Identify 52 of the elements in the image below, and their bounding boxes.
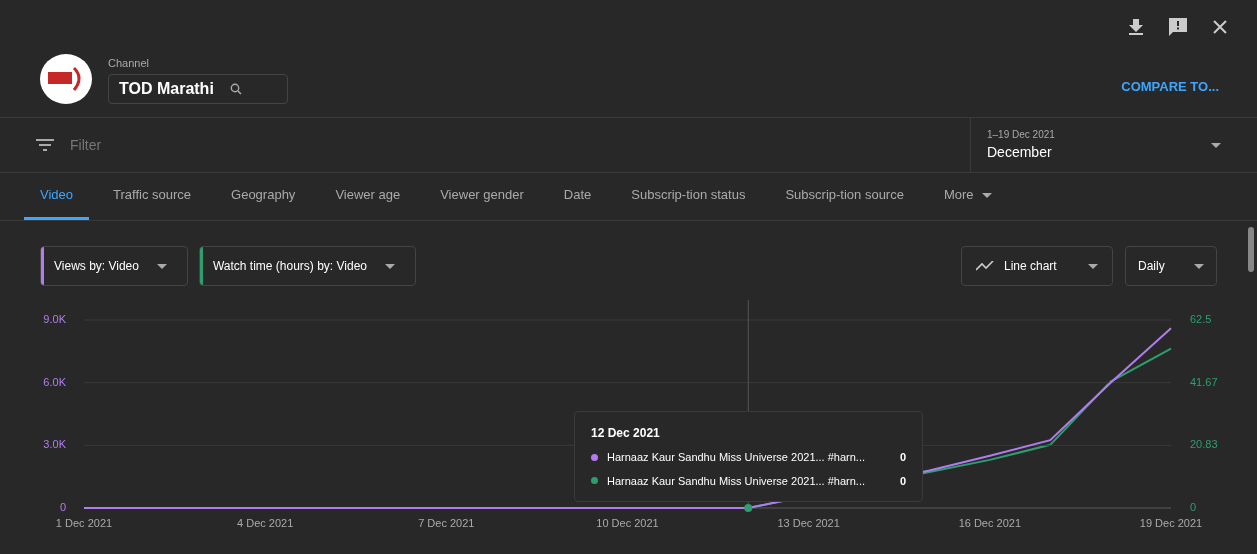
x-axis-label: 7 Dec 2021 — [418, 517, 475, 529]
x-axis-label: 4 Dec 2021 — [237, 517, 294, 529]
metric-dropdown[interactable]: Views by: Video — [40, 246, 188, 286]
tooltip-label: Harnaaz Kaur Sandhu Miss Universe 2021... #harn... — [607, 450, 866, 465]
tooltip-label: Harnaaz Kaur Sandhu Miss Universe 2021... #harn... — [607, 473, 866, 489]
chart-type-dropdown[interactable]: Line chart — [961, 246, 1113, 286]
search-icon — [229, 83, 242, 95]
tooltip-date: 12 Dec 2021 — [591, 425, 661, 442]
tooltip-value: 0 — [899, 450, 906, 465]
y-axis-label: 9.0K — [43, 312, 66, 325]
y-axis-label: 41.67 — [1190, 375, 1218, 388]
y-axis-label: 20.83 — [1190, 438, 1218, 451]
caret-icon — [981, 192, 992, 198]
caret-icon — [385, 263, 395, 269]
tab[interactable]: Subscrip-tion status — [615, 173, 762, 220]
y-axis-label: 62.5 — [1190, 312, 1212, 325]
x-axis-label: 16 Dec 2021 — [958, 517, 1022, 529]
x-axis-label: 10 Dec 2021 — [596, 517, 659, 529]
tooltip-value: 0 — [899, 473, 906, 489]
close-icon[interactable] — [1213, 20, 1227, 34]
line-chart-icon — [976, 261, 994, 271]
tab[interactable]: Video — [24, 173, 89, 220]
scrollbar-thumb[interactable] — [1248, 227, 1254, 272]
tab[interactable]: More — [927, 173, 1008, 220]
filter-field[interactable]: Filter — [70, 134, 102, 156]
compare-link[interactable]: COMPARE TO... — [1121, 77, 1219, 97]
interval-dropdown[interactable]: Daily — [1125, 246, 1217, 286]
x-axis-label: 19 Dec 2021 — [1139, 517, 1203, 529]
tab[interactable]: Traffic source — [97, 173, 208, 220]
tab[interactable]: Geography — [215, 173, 312, 220]
channel-avatar — [40, 54, 92, 104]
y-axis-label: 3.0K — [43, 438, 66, 451]
x-axis-label: 13 Dec 2021 — [777, 517, 840, 529]
x-axis-label: 1 Dec 2021 — [55, 517, 113, 529]
metric-dropdown[interactable]: Watch time (hours) by: Video — [198, 246, 416, 286]
feedback-icon[interactable] — [1169, 18, 1187, 36]
tab[interactable]: Date — [547, 173, 608, 220]
caret-icon — [1211, 142, 1221, 148]
y-axis-label: 6.0K — [43, 375, 66, 388]
caret-icon — [1088, 263, 1098, 269]
caret-icon — [156, 263, 167, 269]
channel-label: Channel — [108, 55, 150, 71]
y-axis-label: 0 — [59, 500, 66, 513]
channel-search-field[interactable]: TOD Marathi — [108, 74, 288, 104]
tab[interactable]: Subscrip-tion source — [769, 173, 920, 220]
caret-icon — [1194, 263, 1204, 269]
download-icon[interactable] — [1129, 19, 1143, 35]
tab[interactable]: Viewer age — [319, 173, 417, 220]
date-range-dropdown[interactable]: 1–19 Dec 2021 December — [970, 118, 1257, 172]
y-axis-label: 0 — [1190, 500, 1197, 513]
tab[interactable]: Viewer gender — [424, 173, 540, 220]
filter-icon[interactable] — [36, 139, 54, 151]
